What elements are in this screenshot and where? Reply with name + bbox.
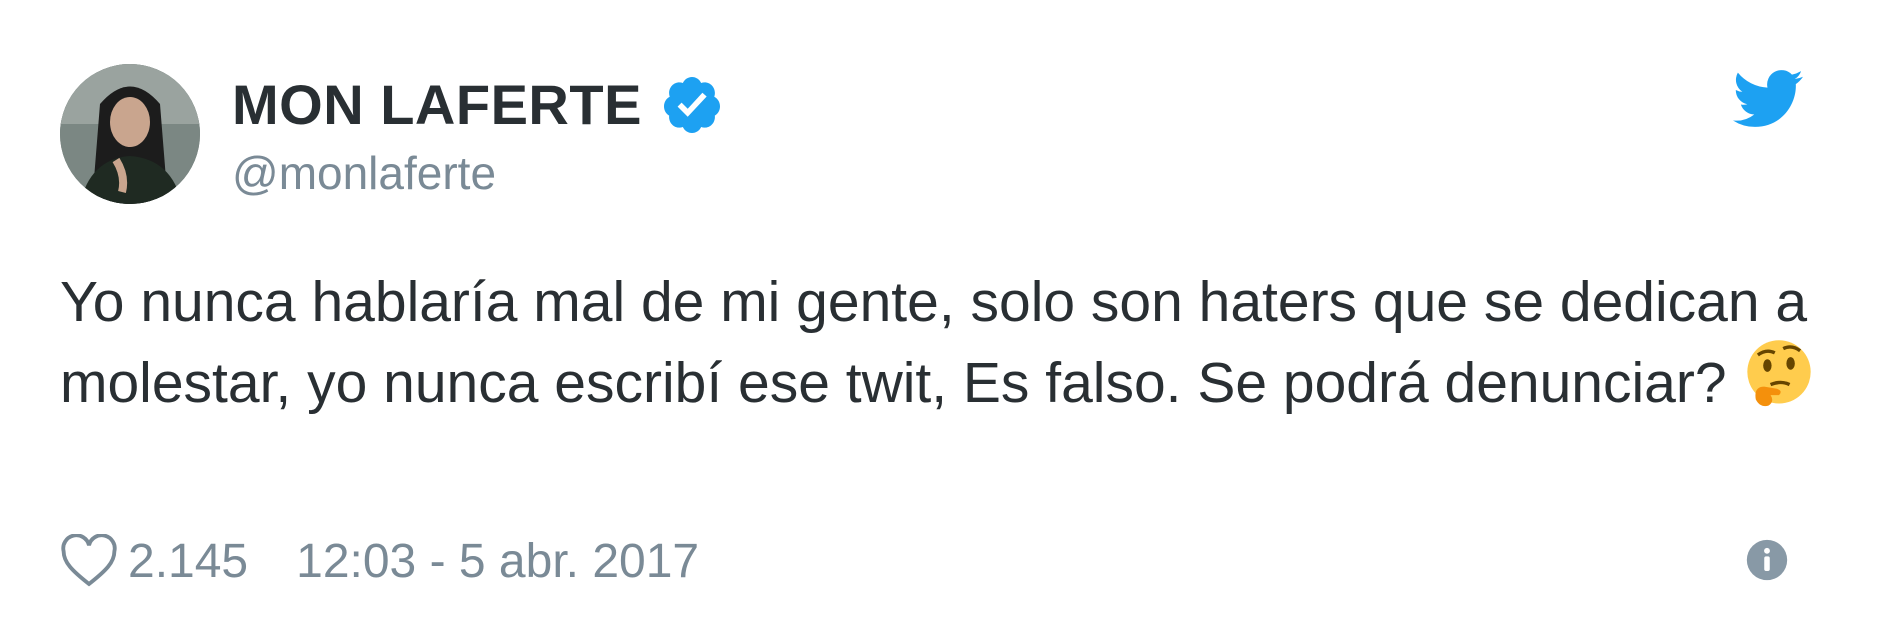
avatar[interactable] xyxy=(60,64,200,204)
verified-badge-icon xyxy=(663,77,720,133)
twitter-bird-icon[interactable] xyxy=(1733,68,1803,130)
like-count[interactable]: 2.145 xyxy=(128,534,248,589)
tweet-timestamp[interactable]: 12:03 - 5 abr. 2017 xyxy=(296,534,699,589)
author-name-row: MON LAFERTE xyxy=(232,72,724,138)
thinking-face-emoji-icon xyxy=(1746,340,1811,407)
tweet-text-content: Yo nunca hablaría mal de mi gente, solo … xyxy=(60,270,1808,415)
author-handle[interactable]: @monlaferte xyxy=(232,150,496,196)
tweet-footer: 2.145 12:03 - 5 abr. 2017 xyxy=(60,532,699,590)
info-icon[interactable] xyxy=(1745,538,1789,582)
heart-icon[interactable] xyxy=(60,534,118,588)
tweet-card: MON LAFERTE @monlaferte Yo nunca hablarí… xyxy=(0,0,1879,620)
author-display-name[interactable]: MON LAFERTE xyxy=(232,77,642,133)
tweet-text: Yo nunca hablaría mal de mi gente, solo … xyxy=(60,268,1820,417)
